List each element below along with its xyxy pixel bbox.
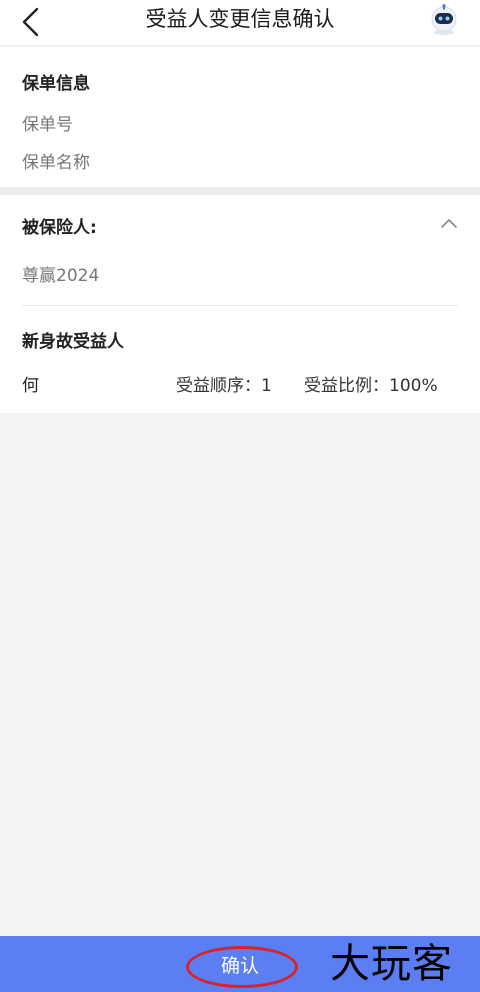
policy-info-card: 保单信息 保单号 保单名称	[0, 47, 480, 187]
policy-name-label: 保单名称	[22, 153, 90, 173]
top-nav-bar: 受益人变更信息确认	[0, 0, 480, 46]
insured-product-name: 尊赢2024	[22, 266, 100, 286]
policy-number-label: 保单号	[22, 115, 73, 135]
page-title: 受益人变更信息确认	[145, 7, 335, 31]
beneficiary-name: 何	[22, 376, 39, 396]
insured-card: 被保险人: 尊赢2024 新身故受益人 何 受益顺序：1 受益比例：100%	[0, 195, 480, 413]
collapse-button[interactable]	[440, 215, 458, 233]
robot-assistant-icon	[431, 4, 457, 35]
watermark-text: 大玩客	[330, 941, 453, 987]
policy-info-heading: 保单信息	[22, 74, 90, 94]
insured-heading: 被保险人:	[22, 218, 97, 238]
chevron-up-icon	[441, 219, 457, 228]
assistant-button[interactable]	[428, 4, 460, 36]
bottom-action-bar: 确认 大玩客	[0, 936, 480, 992]
section-separator	[0, 187, 480, 195]
beneficiary-order: 受益顺序：1	[176, 376, 272, 396]
divider	[22, 305, 458, 306]
beneficiary-ratio: 受益比例：100%	[304, 376, 438, 396]
beneficiary-heading: 新身故受益人	[22, 332, 124, 352]
